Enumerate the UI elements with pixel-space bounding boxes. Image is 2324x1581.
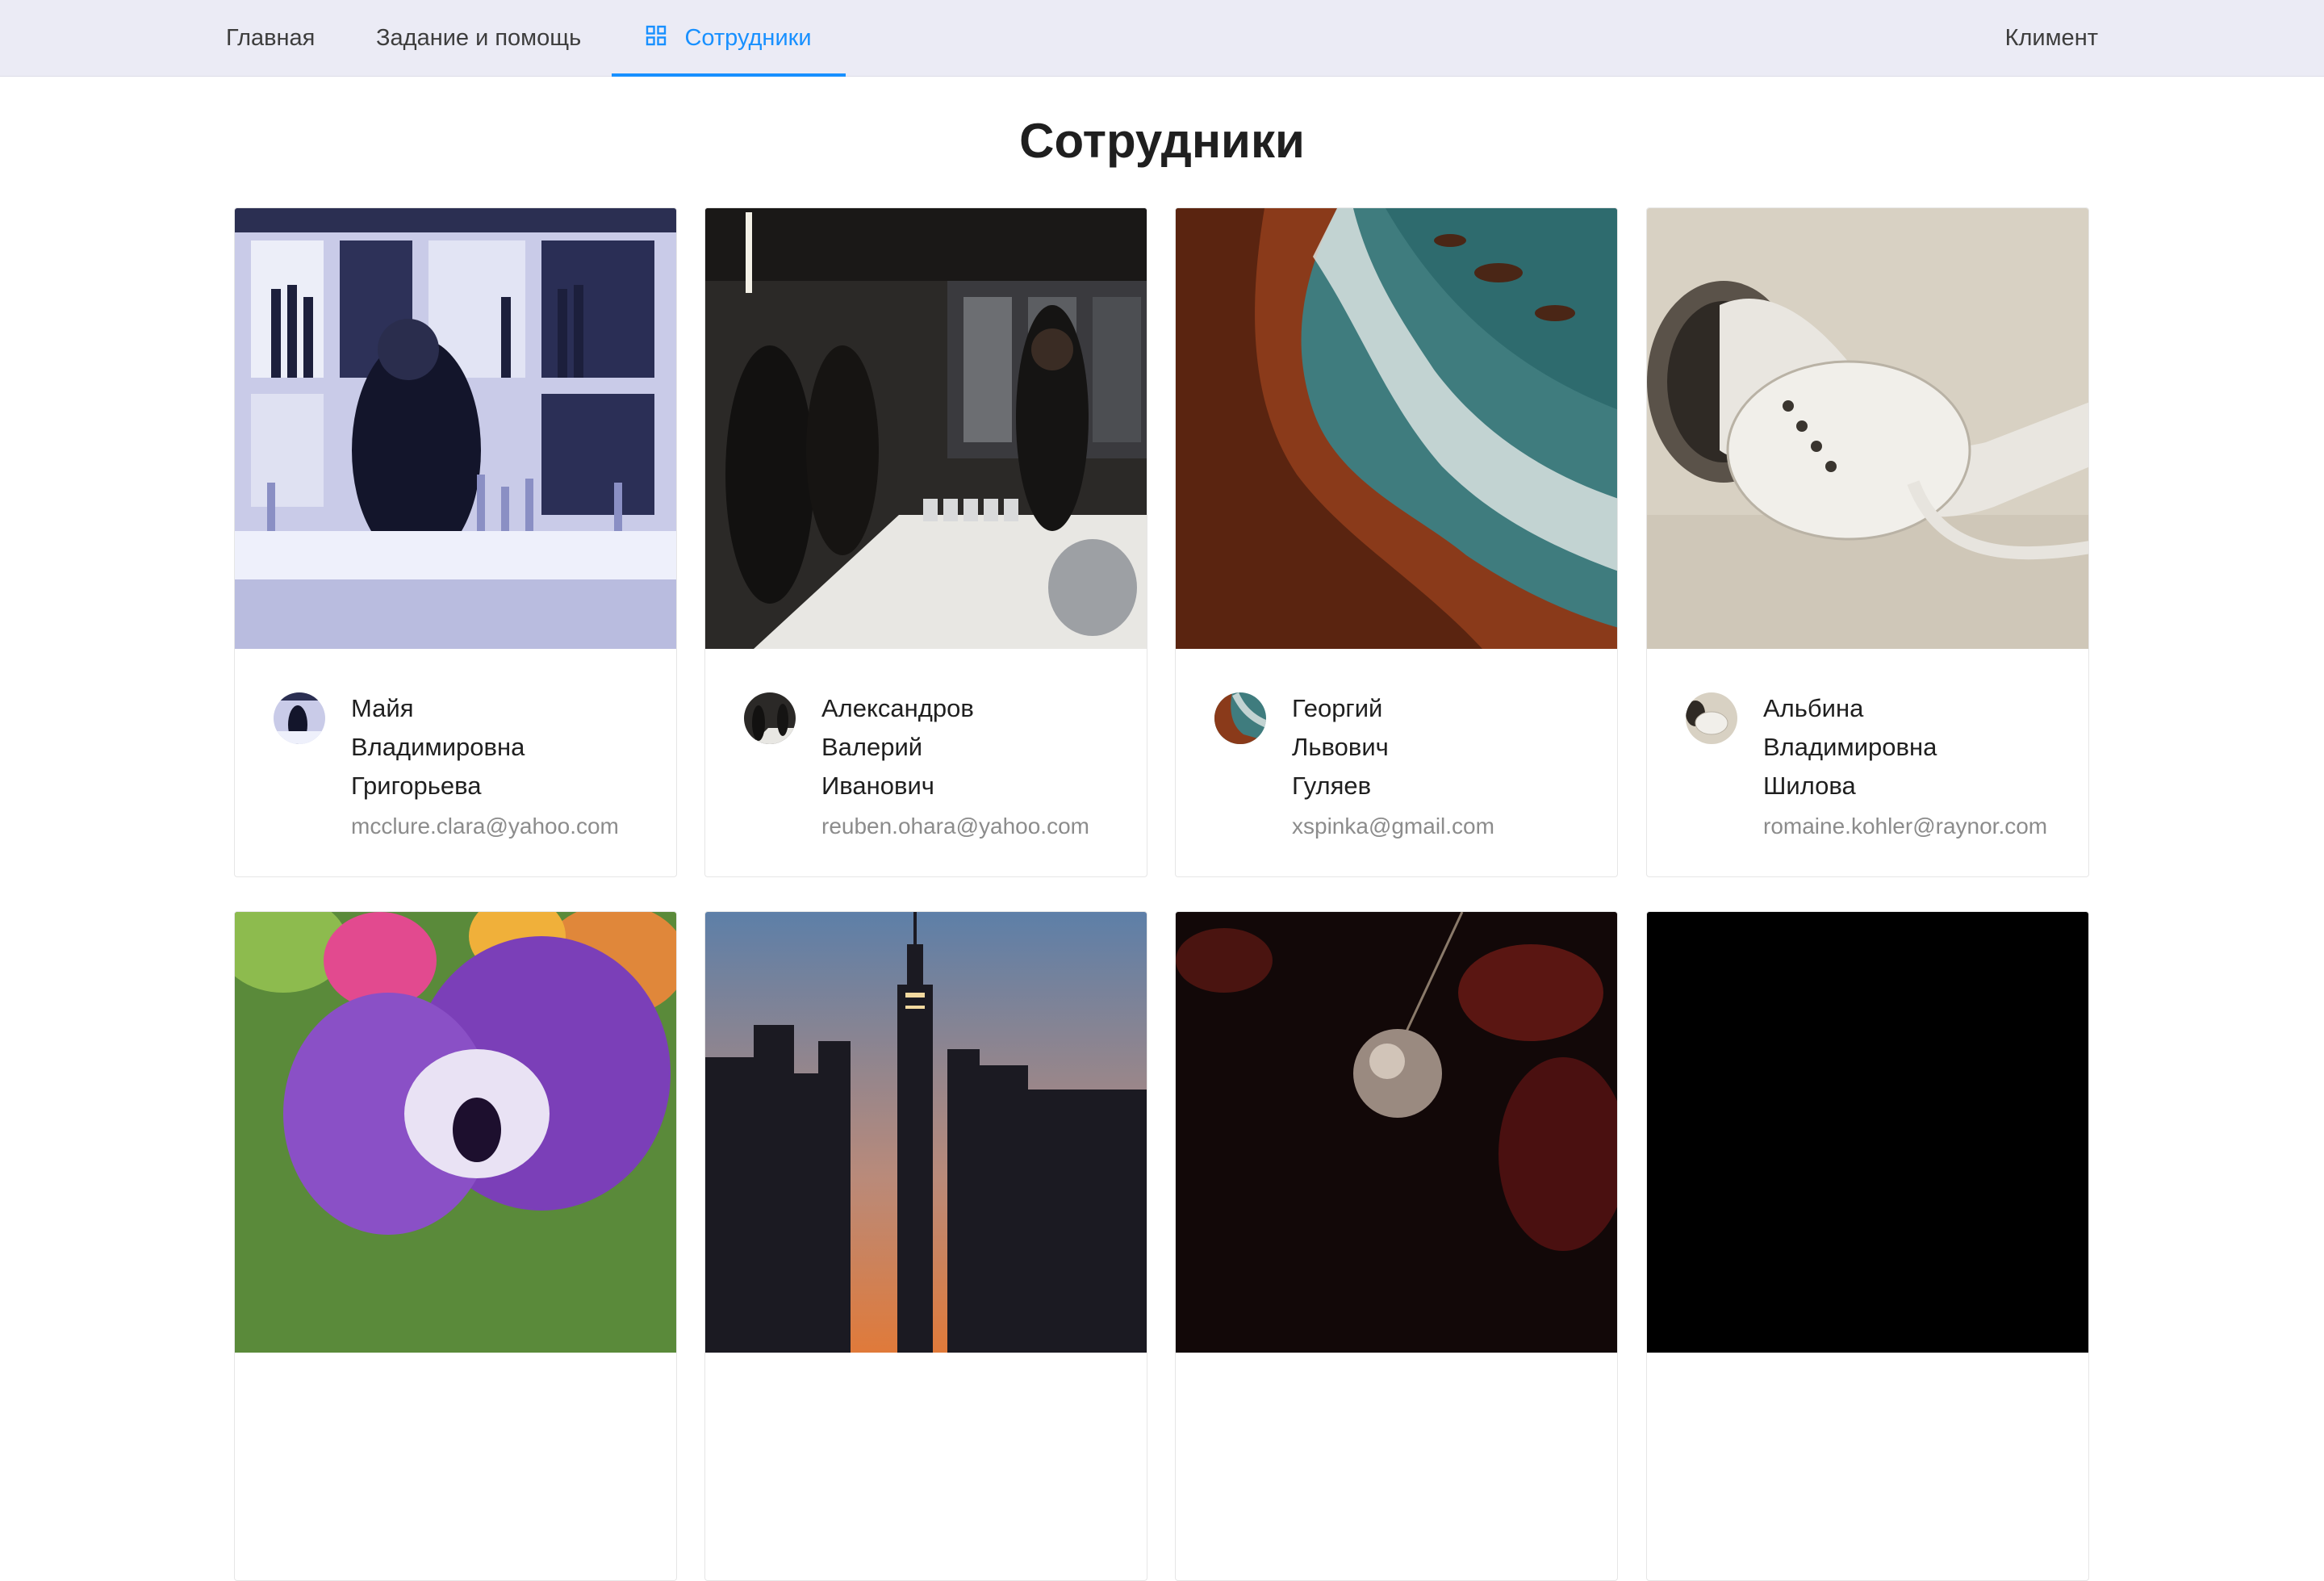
page-title: Сотрудники (1019, 114, 1305, 168)
disco-ball-image (1176, 912, 1617, 1353)
employee-email: romaine.kohler@raynor.com (1763, 814, 2048, 839)
employee-card[interactable]: Майя Владимировна Григорьева mcclure.cla… (234, 207, 677, 877)
employee-card[interactable]: Александров Валерий Иванович reuben.ohar… (704, 207, 1147, 877)
employee-email: mcclure.clara@yahoo.com (351, 814, 619, 839)
employee-name: Майя Владимировна Григорьева (351, 694, 525, 800)
employee-card[interactable] (704, 911, 1147, 1581)
rocky-coast-image (1176, 208, 1617, 649)
nav-staff[interactable]: Сотрудники (612, 0, 846, 77)
pansy-flower-image (235, 912, 676, 1353)
employee-name: Альбина Владимировна Шилова (1763, 694, 1937, 800)
grid-icon (646, 25, 667, 52)
employee-card[interactable]: Альбина Владимировна Шилова romaine.kohl… (1646, 207, 2089, 877)
employee-email: xspinka@gmail.com (1292, 814, 1494, 839)
earphones-image (1647, 208, 2088, 649)
top-navigation: Главная Задание и помощь Сотрудники Клим… (0, 0, 2324, 77)
user-menu[interactable]: Климент (2005, 0, 2098, 77)
employee-card[interactable] (234, 911, 677, 1581)
avatar (1686, 692, 1737, 744)
employee-card[interactable] (1175, 911, 1618, 1581)
bar-party-image (705, 208, 1147, 649)
avatar (274, 692, 325, 744)
employee-card[interactable]: Георгий Львович Гуляев xspinka@gmail.com (1175, 207, 1618, 877)
avatar (744, 692, 796, 744)
employee-email: reuben.ohara@yahoo.com (821, 814, 1089, 839)
employee-name: Георгий Львович Гуляев (1292, 694, 1389, 800)
employee-card[interactable] (1646, 911, 2089, 1581)
nav-home[interactable]: Главная (226, 0, 315, 77)
employee-name: Александров Валерий Иванович (821, 694, 974, 800)
black-image (1647, 912, 2088, 1353)
city-skyline-image (705, 912, 1147, 1353)
bartender-image (235, 208, 676, 649)
nav-staff-label: Сотрудники (684, 25, 812, 51)
nav-help[interactable]: Задание и помощь (376, 0, 581, 77)
avatar (1214, 692, 1266, 744)
